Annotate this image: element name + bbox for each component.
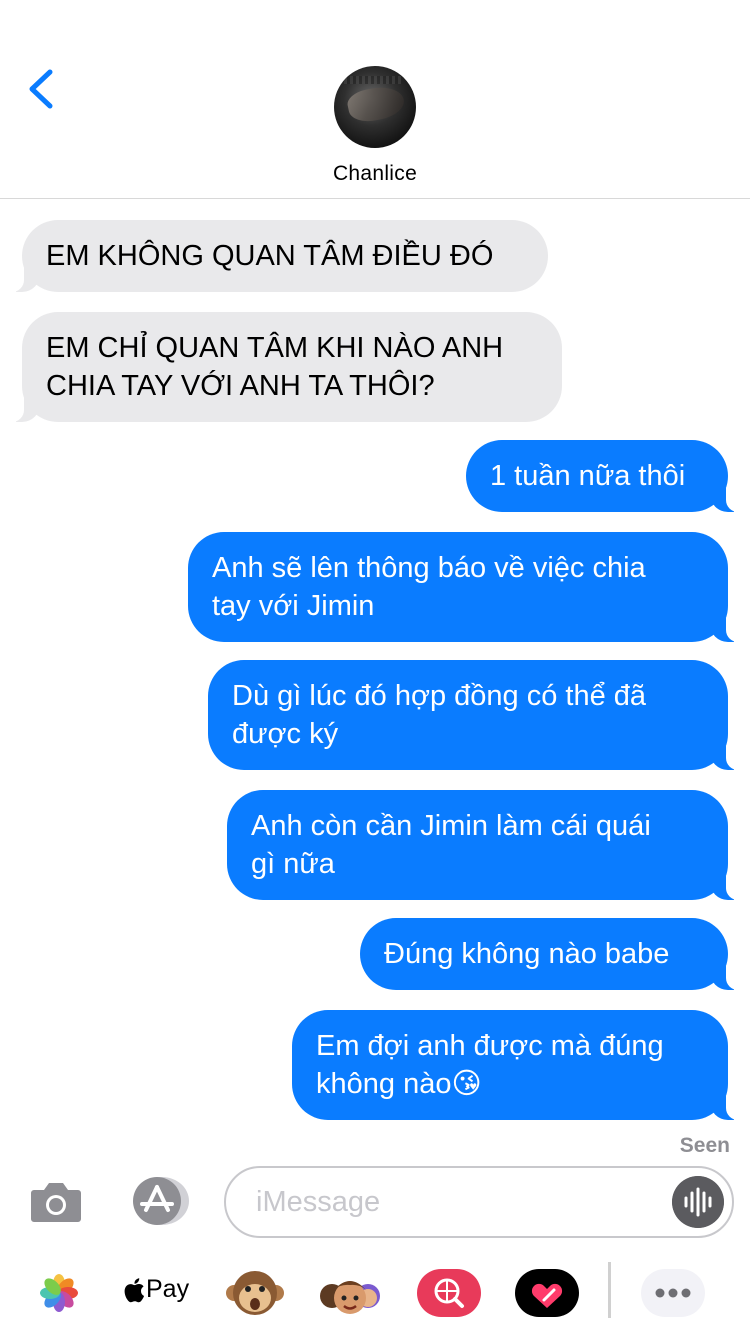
message-bubble-outgoing[interactable]: Anh sẽ lên thông báo về việc chia tay vớ…	[188, 532, 744, 642]
message-text: không nào😘	[316, 1068, 482, 1100]
apple-pay-label: Pay	[146, 1275, 190, 1303]
message-bubble-outgoing[interactable]: Em đợi anh được mà đúng không nào😘	[292, 1010, 744, 1120]
back-chevron-icon[interactable]	[24, 66, 64, 112]
message-text: CHIA TAY VỚI ANH TA THÔI?	[46, 370, 435, 402]
message-input[interactable]: iMessage	[224, 1166, 734, 1238]
message-text: Em đợi anh được mà đúng	[316, 1030, 664, 1062]
web-search-icon[interactable]	[416, 1260, 482, 1326]
message-text: Dù gì lúc đó hợp đồng có thể đã	[232, 680, 647, 712]
message-bubble-outgoing[interactable]: Dù gì lúc đó hợp đồng có thể đã được ký	[208, 660, 744, 770]
memoji-icon[interactable]	[318, 1260, 382, 1326]
message-text: 1 tuần nữa thôi	[490, 460, 686, 492]
message-bubble-outgoing[interactable]: 1 tuần nữa thôi	[466, 440, 744, 512]
more-icon[interactable]	[640, 1260, 706, 1326]
message-text: EM KHÔNG QUAN TÂM ĐIỀU ĐÓ	[46, 240, 494, 272]
message-text: EM CHỈ QUAN TÂM KHI NÀO ANH	[46, 332, 504, 364]
apple-pay-button[interactable]: Pay	[124, 1260, 190, 1326]
animoji-monkey-icon[interactable]	[226, 1260, 284, 1326]
read-receipt: Seen	[679, 1134, 730, 1157]
message-text: Đúng không nào babe	[384, 938, 670, 970]
conversation-header: Chanlice	[0, 0, 750, 199]
imessage-app-strip: Pay	[0, 1254, 750, 1334]
message-bubble-incoming[interactable]: EM KHÔNG QUAN TÂM ĐIỀU ĐÓ	[6, 220, 548, 292]
message-text: gì nữa	[251, 848, 335, 880]
camera-icon[interactable]	[30, 1178, 82, 1224]
message-text: Anh còn cần Jimin làm cái quái	[251, 810, 651, 842]
app-store-icon[interactable]	[126, 1176, 190, 1226]
digital-touch-icon[interactable]	[514, 1260, 580, 1326]
message-bubble-outgoing[interactable]: Anh còn cần Jimin làm cái quái gì nữa	[227, 790, 744, 900]
app-strip-divider	[608, 1262, 611, 1318]
message-bubble-incoming[interactable]: EM CHỈ QUAN TÂM KHI NÀO ANH CHIA TAY VỚI…	[6, 312, 562, 422]
message-input-placeholder: iMessage	[256, 1186, 381, 1218]
contact-name[interactable]: Chanlice	[0, 162, 750, 186]
apple-logo-icon	[124, 1278, 145, 1303]
message-bubble-outgoing[interactable]: Đúng không nào babe	[360, 918, 744, 990]
contact-avatar[interactable]	[334, 66, 416, 148]
message-text: Anh sẽ lên thông báo về việc chia	[212, 552, 646, 584]
photos-icon[interactable]	[36, 1260, 82, 1326]
message-text: tay với Jimin	[212, 590, 375, 622]
message-text: được ký	[232, 718, 339, 750]
audio-message-icon[interactable]	[672, 1176, 724, 1228]
